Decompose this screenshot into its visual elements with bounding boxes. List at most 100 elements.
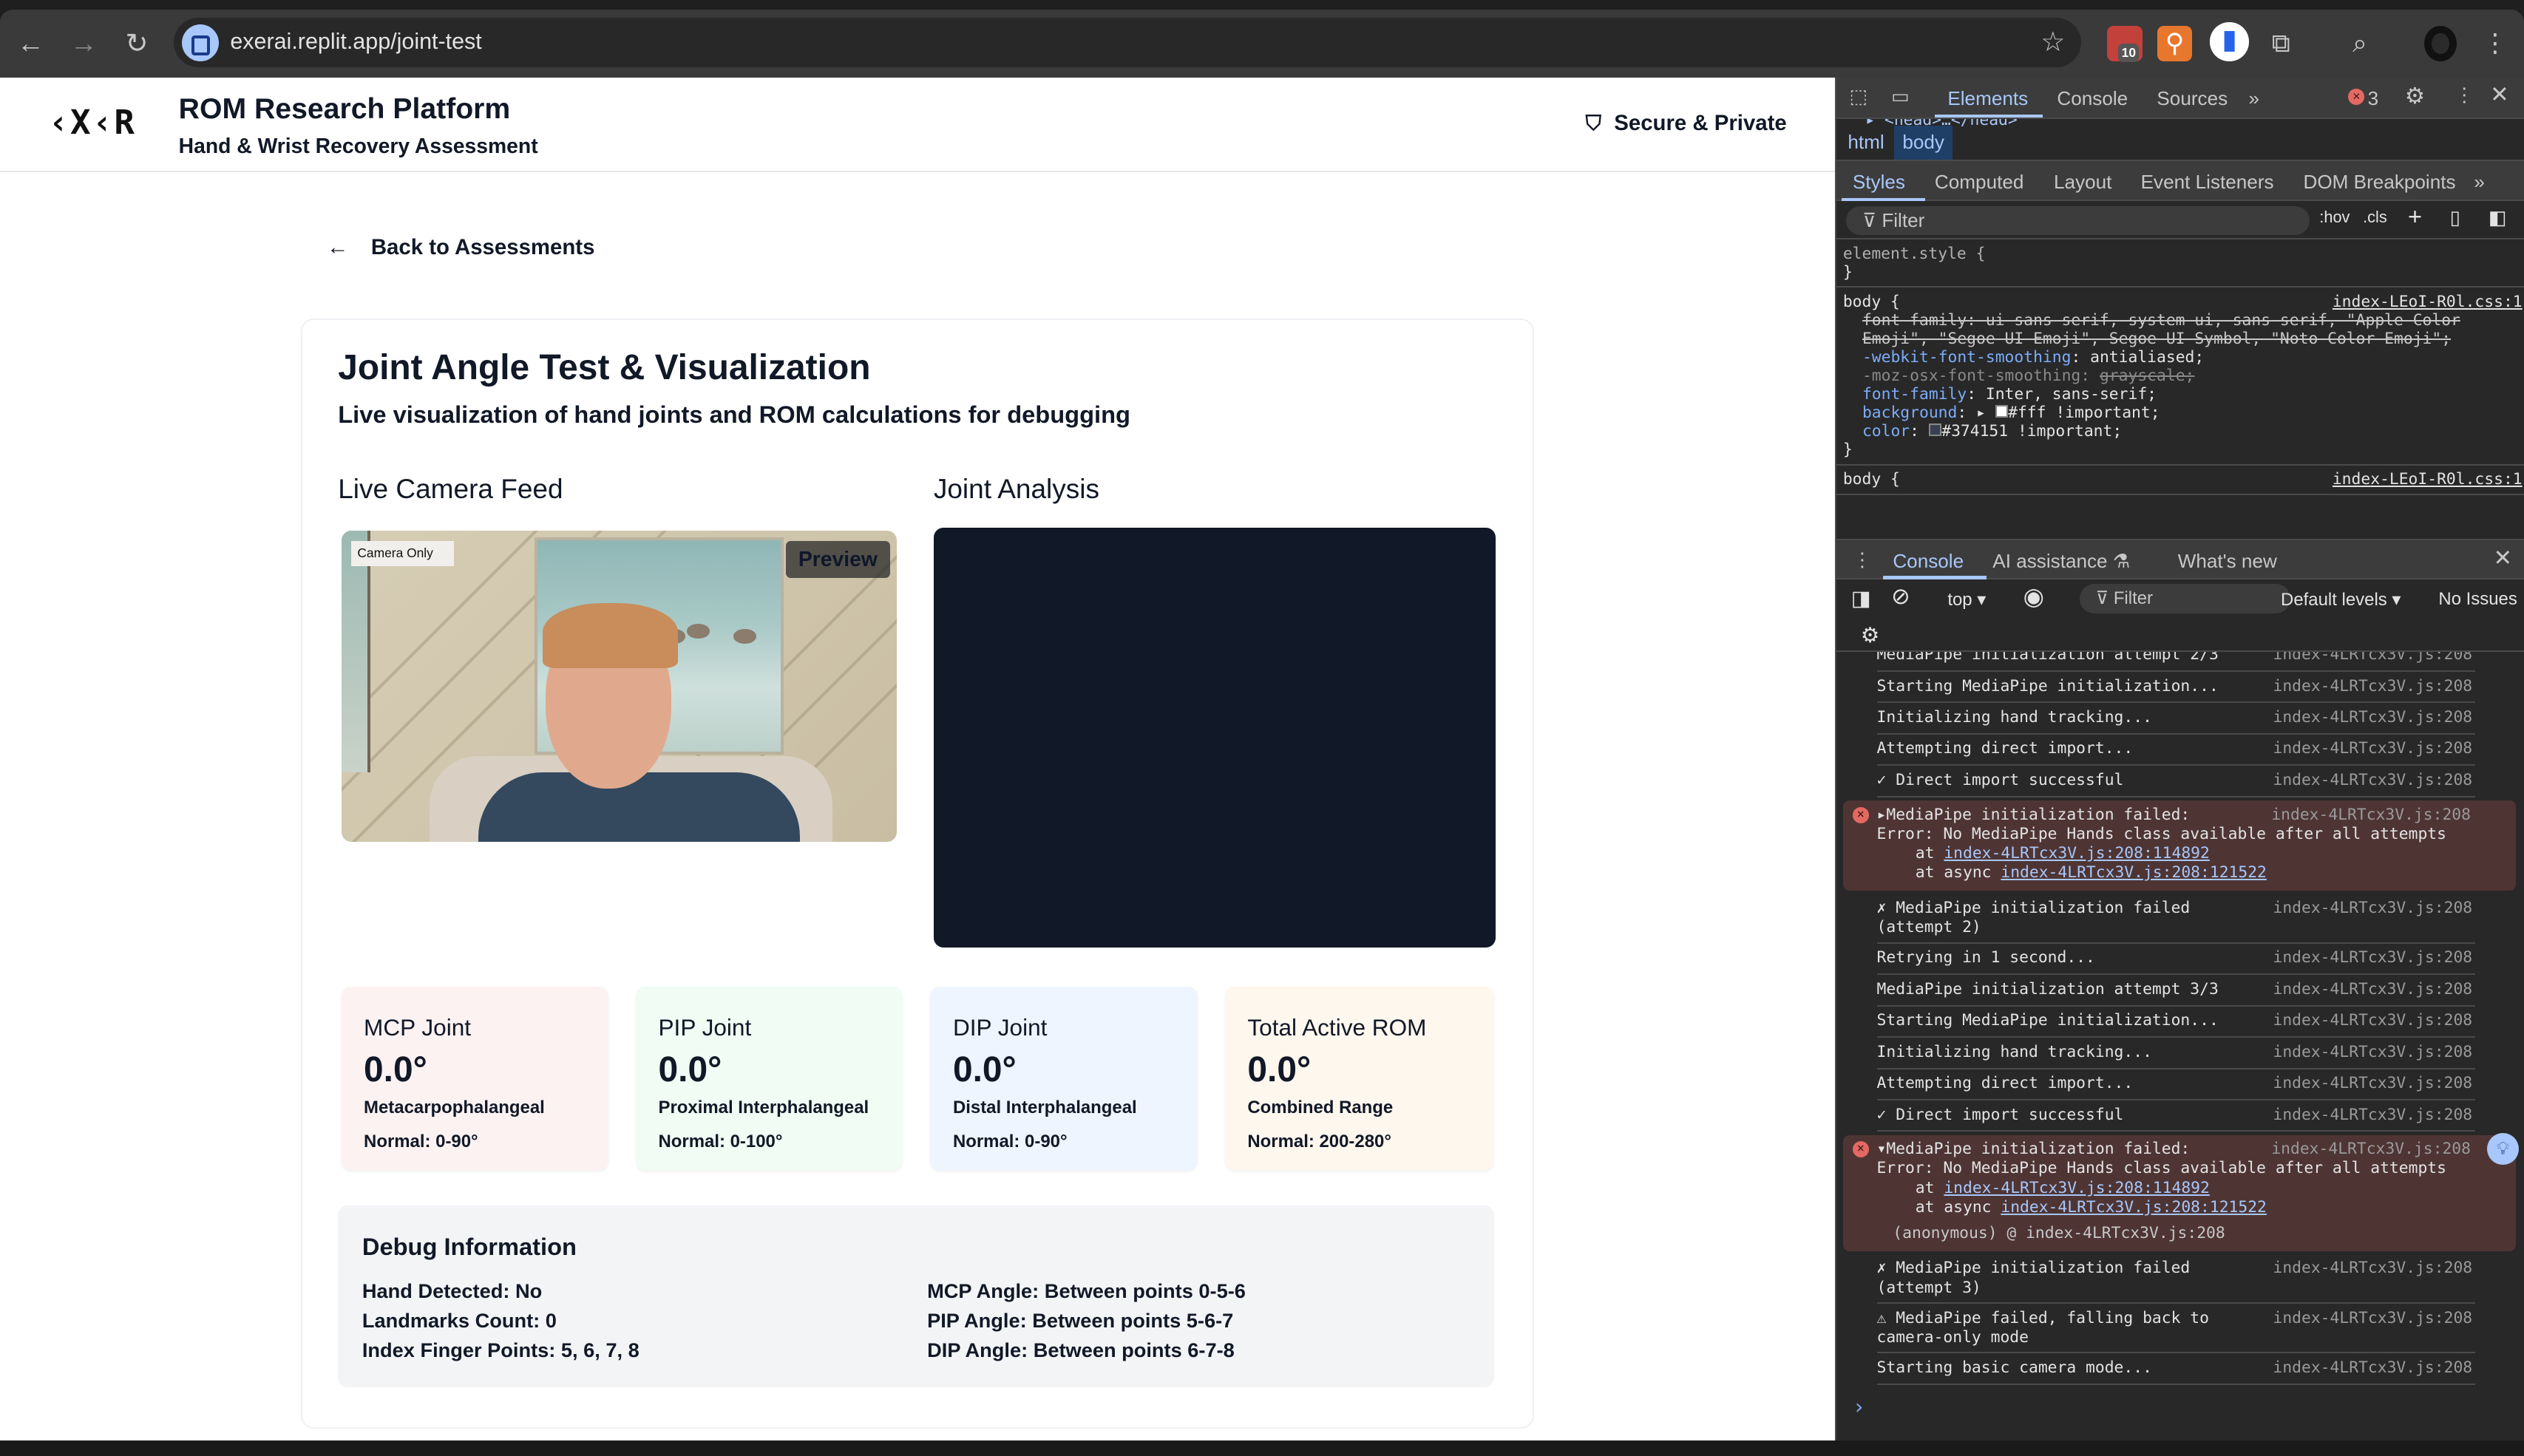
drawer-tab-ai-assistance[interactable]: AI assistance ⚗ bbox=[1992, 550, 2130, 573]
console-message[interactable]: Attempting direct import... index-4LRTcx3… bbox=[1876, 1069, 2476, 1100]
message-source-link[interactable]: index-4LRTcx3V.js:208 bbox=[2273, 1074, 2472, 1093]
drawer-menu-icon[interactable]: ⋮ bbox=[1853, 548, 1872, 571]
new-rule-plus-icon[interactable]: + bbox=[2408, 203, 2422, 231]
console-settings-gear-icon[interactable]: ⚙ bbox=[1861, 623, 1879, 647]
subtab-event-listeners[interactable]: Event Listeners bbox=[2141, 171, 2274, 194]
css-source-link[interactable]: index-LEoI-R0l.css:1 bbox=[2333, 470, 2523, 489]
message-source-link[interactable]: index-4LRTcx3V.js:208 bbox=[2273, 739, 2472, 758]
bookmark-star-icon[interactable]: ☆ bbox=[2040, 26, 2065, 58]
extensions-puzzle-icon[interactable]: ⧉ bbox=[2263, 26, 2299, 61]
paint-brush-icon[interactable]: ▯ bbox=[2450, 206, 2460, 229]
message-source-link[interactable]: index-4LRTcx3V.js:208 bbox=[2273, 771, 2472, 790]
console-prompt[interactable]: › bbox=[1836, 1385, 2524, 1429]
message-source-link[interactable]: index-4LRTcx3V.js:208 bbox=[2273, 1011, 2472, 1030]
back-arrow-icon[interactable]: ← bbox=[13, 26, 48, 61]
anonymous-frame[interactable]: (anonymous) @ index-4LRTcx3V.js:208 bbox=[1877, 1224, 2516, 1243]
console-message[interactable]: ⚠ MediaPipe failed, falling back to came… bbox=[1876, 1304, 2476, 1354]
message-source-link[interactable]: index-4LRTcx3V.js:208 bbox=[2273, 1106, 2472, 1125]
console-message[interactable]: Initializing hand tracking... index-4LRTc… bbox=[1876, 703, 2476, 735]
console-message[interactable]: ✓ Direct import successful index-4LRTcx3V… bbox=[1876, 766, 2476, 797]
console-error-message[interactable]: × ▾MediaPipe initialization failed: index-… bbox=[1842, 1134, 2516, 1251]
message-source-link[interactable]: index-4LRTcx3V.js:208 bbox=[2273, 948, 2472, 967]
breadcrumb-html[interactable]: html bbox=[1839, 126, 1892, 160]
error-icon[interactable]: × bbox=[2348, 88, 2365, 105]
inspect-element-icon[interactable]: ⬚ bbox=[1850, 85, 1868, 108]
element-style-rule[interactable]: element.style { } bbox=[1836, 239, 2524, 288]
close-drawer-icon[interactable]: ✕ bbox=[2493, 545, 2512, 571]
address-bar[interactable]: exerai.replit.app/joint-test ☆ bbox=[174, 17, 2082, 68]
drawer-tab-console[interactable]: Console bbox=[1893, 550, 1964, 573]
stack-link[interactable]: index-4LRTcx3V.js:208:121522 bbox=[2001, 1198, 2267, 1217]
console-message[interactable]: Starting MediaPipe initialization... inde… bbox=[1876, 1007, 2476, 1038]
message-source-link[interactable]: index-4LRTcx3V.js:208 bbox=[2273, 708, 2472, 727]
stack-link[interactable]: index-4LRTcx3V.js:208:114892 bbox=[1944, 844, 2210, 863]
tab-console[interactable]: Console bbox=[2057, 87, 2128, 110]
body-rule[interactable]: body { index-LEoI-R0l.css:1 font-family:… bbox=[1836, 288, 2524, 466]
console-message[interactable]: Starting MediaPipe initialization... inde… bbox=[1876, 672, 2476, 704]
console-message[interactable]: Initializing hand tracking... index-4LRTc… bbox=[1876, 1038, 2476, 1069]
drawer-tab-whats-new[interactable]: What's new bbox=[2178, 550, 2277, 573]
console-message[interactable]: Retrying in 1 second... index-4LRTcx3V.js… bbox=[1876, 944, 2476, 976]
message-source-link[interactable]: index-4LRTcx3V.js:208 bbox=[2271, 806, 2471, 825]
console-message[interactable]: ✓ Direct import successful index-4LRTcx3V… bbox=[1876, 1100, 2476, 1132]
message-source-link[interactable]: index-4LRTcx3V.js:208 bbox=[2273, 1358, 2472, 1378]
forward-arrow-icon[interactable]: → bbox=[66, 26, 101, 61]
cls-toggle[interactable]: .cls bbox=[2363, 208, 2387, 227]
password-manager-icon[interactable]: ▮ bbox=[2210, 22, 2249, 61]
message-source-link[interactable]: index-4LRTcx3V.js:208 bbox=[2271, 1140, 2471, 1159]
stack-link[interactable]: index-4LRTcx3V.js:208:114892 bbox=[1944, 1179, 2210, 1197]
live-expression-eye-icon[interactable]: ◉ bbox=[2023, 582, 2044, 610]
toggle-sidebar-icon[interactable]: ◧ bbox=[2489, 206, 2507, 229]
subtab-dom-breakpoints[interactable]: DOM Breakpoints bbox=[2304, 171, 2456, 194]
more-options-icon[interactable]: ⋮ bbox=[2455, 84, 2474, 106]
message-source-link[interactable]: index-4LRTcx3V.js:208 bbox=[2273, 677, 2472, 696]
console-message[interactable]: MediaPipe initialization attempt 3/3 inde… bbox=[1876, 975, 2476, 1007]
console-sidebar-icon[interactable]: ◨ bbox=[1851, 586, 1871, 610]
tab-sources[interactable]: Sources bbox=[2157, 87, 2228, 110]
subtab-styles[interactable]: Styles bbox=[1853, 171, 1905, 194]
reload-icon[interactable]: ↻ bbox=[119, 26, 155, 61]
color-swatch[interactable] bbox=[1928, 423, 1942, 436]
back-to-assessments-link[interactable]: ← Back to Assessments bbox=[327, 235, 594, 260]
hov-toggle[interactable]: :hov bbox=[2319, 208, 2350, 227]
close-devtools-icon[interactable]: ✕ bbox=[2490, 82, 2509, 108]
more-subtabs-icon[interactable]: » bbox=[2474, 171, 2485, 194]
body-rule-2[interactable]: body { index-LEoI-R0l.css:1 bbox=[1836, 466, 2524, 495]
console-message[interactable]: ✗ MediaPipe initialization failed (attem… bbox=[1876, 1254, 2476, 1304]
site-camera-icon[interactable] bbox=[182, 24, 220, 61]
tab-search-icon[interactable]: ⌕ bbox=[2342, 26, 2378, 61]
message-source-link[interactable]: index-4LRTcx3V.js:208 bbox=[2273, 899, 2472, 918]
console-filter-input[interactable]: ⊽ Filter bbox=[2079, 584, 2291, 613]
console-message[interactable]: Attempting direct import... index-4LRTcx3… bbox=[1876, 735, 2476, 766]
profile-avatar[interactable] bbox=[2424, 25, 2457, 61]
console-message[interactable]: ✗ MediaPipe initialization failed (attem… bbox=[1876, 894, 2476, 944]
subtab-computed[interactable]: Computed bbox=[1935, 171, 2023, 194]
stack-link[interactable]: index-4LRTcx3V.js:208:121522 bbox=[2001, 863, 2267, 882]
issues-count[interactable]: No Issues bbox=[2438, 589, 2517, 610]
clear-console-icon[interactable]: ⊘ bbox=[1891, 584, 1910, 610]
message-source-link[interactable]: index-4LRTcx3V.js:208 bbox=[2273, 1043, 2472, 1062]
browser-menu-icon[interactable]: ⋮ bbox=[2477, 26, 2513, 61]
console-error-message[interactable]: × ▸MediaPipe initialization failed: index-… bbox=[1842, 800, 2516, 891]
device-toolbar-icon[interactable]: ▭ bbox=[1891, 85, 1910, 108]
context-select[interactable]: top ▾ bbox=[1947, 589, 1986, 610]
console-message[interactable]: MediaPipe initialization attempt 2/3 inde… bbox=[1876, 652, 2476, 672]
breadcrumb-body[interactable]: body bbox=[1894, 125, 1953, 160]
message-source-link[interactable]: index-4LRTcx3V.js:208 bbox=[2273, 652, 2472, 664]
css-source-link[interactable]: index-LEoI-R0l.css:1 bbox=[2333, 293, 2523, 311]
message-source-link[interactable]: index-4LRTcx3V.js:208 bbox=[2273, 1309, 2472, 1328]
hubspot-extension-icon[interactable]: ⚲ bbox=[2157, 25, 2193, 61]
more-tabs-icon[interactable]: » bbox=[2248, 87, 2259, 110]
url-text[interactable]: exerai.replit.app/joint-test bbox=[230, 29, 481, 55]
exer-logo[interactable]: ‹X‹R bbox=[48, 103, 136, 142]
log-levels-select[interactable]: Default levels ▾ bbox=[2281, 589, 2401, 610]
tab-elements[interactable]: Elements bbox=[1947, 87, 2028, 110]
message-source-link[interactable]: index-4LRTcx3V.js:208 bbox=[2273, 980, 2472, 999]
console-message[interactable]: Starting basic camera mode... index-4LRTc… bbox=[1876, 1353, 2476, 1385]
settings-gear-icon[interactable]: ⚙ bbox=[2405, 84, 2425, 109]
color-swatch[interactable] bbox=[1995, 404, 2009, 418]
styles-filter-input[interactable]: ⊽ Filter bbox=[1846, 205, 2310, 235]
subtab-layout[interactable]: Layout bbox=[2054, 171, 2111, 194]
error-count[interactable]: 3 bbox=[2368, 87, 2379, 110]
message-source-link[interactable]: index-4LRTcx3V.js:208 bbox=[2273, 1259, 2472, 1278]
